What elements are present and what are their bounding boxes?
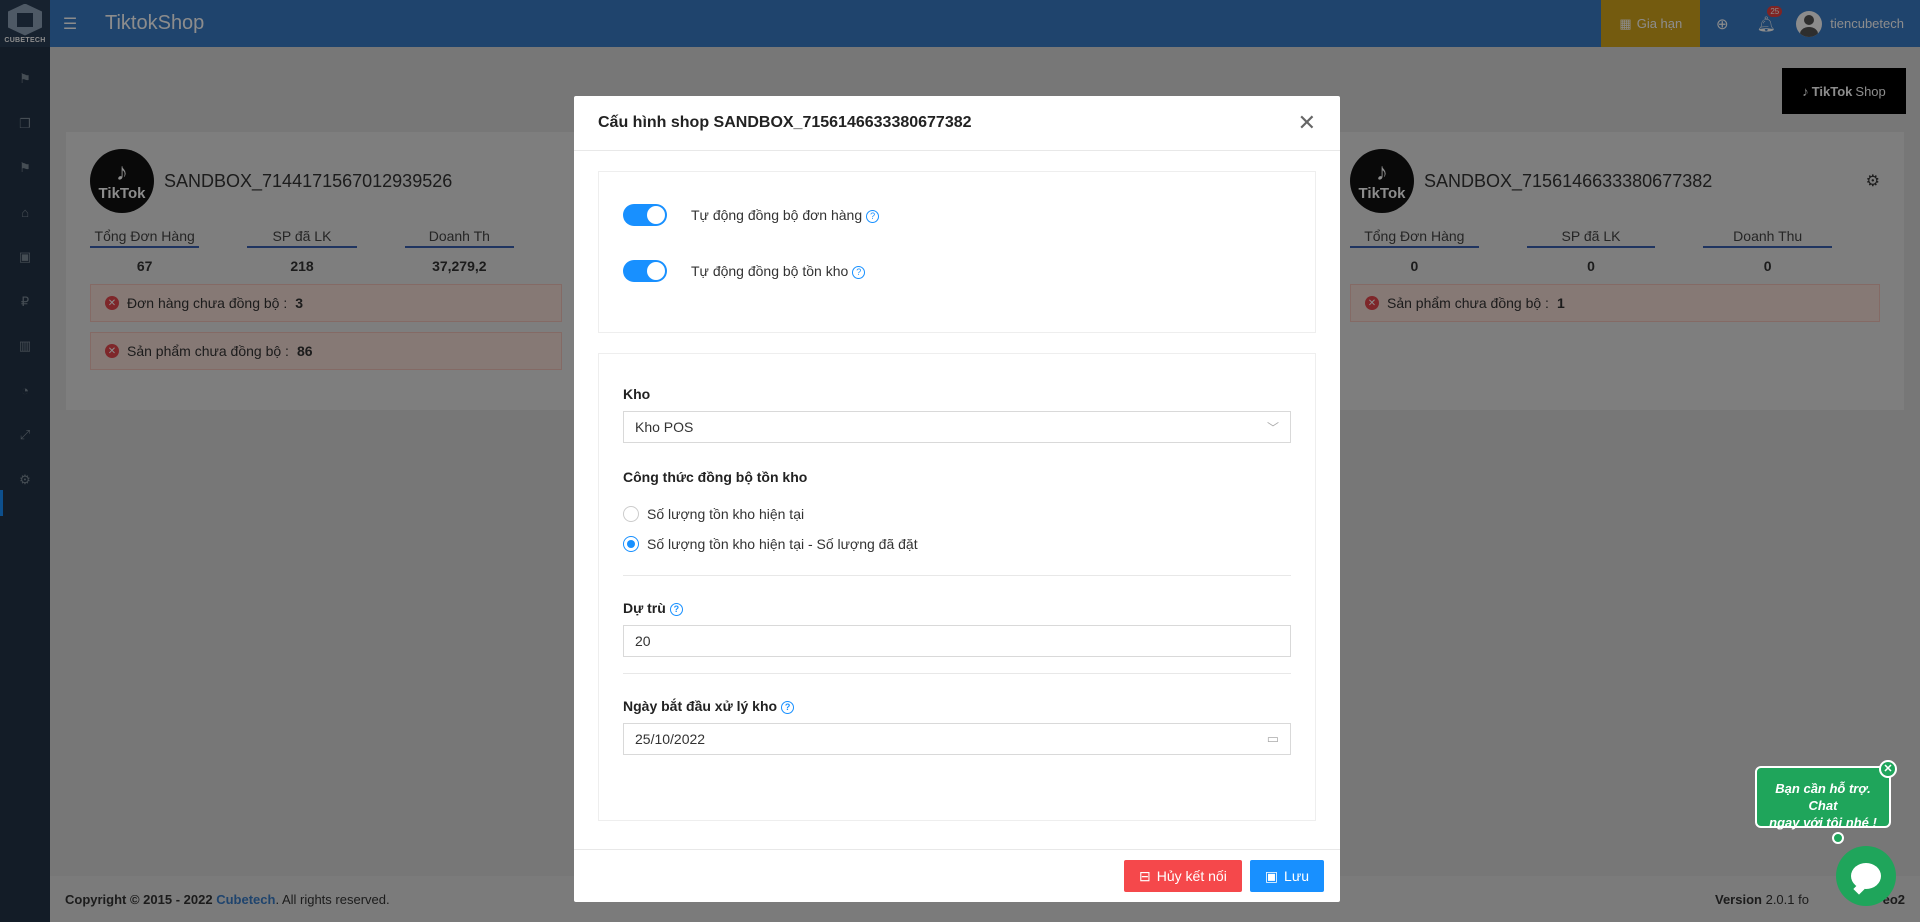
- warehouse-value: Kho POS: [635, 419, 694, 435]
- chat-prompt-bubble[interactable]: Bạn cần hỗ trợ. Chat ngay với tôi nhé ! …: [1755, 760, 1897, 830]
- formula-option-current-minus-ordered[interactable]: Số lượng tồn kho hiện tại - Số lượng đã …: [623, 529, 1291, 559]
- auto-sync-orders-label: Tự động đồng bộ đơn hàng?: [691, 207, 880, 223]
- save-button[interactable]: ▣ Lưu: [1249, 860, 1324, 892]
- divider: [623, 575, 1291, 576]
- start-date-label: Ngày bắt đầu xử lý kho?: [623, 698, 1291, 714]
- chat-prompt-line1: Bạn cần hỗ trợ. Chat: [1775, 781, 1871, 813]
- close-icon[interactable]: ✕: [1879, 760, 1897, 778]
- chat-connector-dot: [1832, 832, 1844, 844]
- chat-button[interactable]: [1836, 846, 1896, 906]
- help-icon[interactable]: ?: [669, 602, 683, 616]
- warehouse-select[interactable]: Kho POS ﹀: [623, 411, 1291, 443]
- start-date-picker[interactable]: 25/10/2022 ▭: [623, 723, 1291, 755]
- chat-prompt-line2: ngay với tôi nhé !: [1769, 815, 1877, 830]
- sync-settings-section: Tự động đồng bộ đơn hàng? Tự động đồng b…: [598, 171, 1316, 333]
- close-icon[interactable]: ✕: [1298, 110, 1316, 136]
- help-icon[interactable]: ?: [781, 700, 795, 714]
- radio-button[interactable]: [623, 506, 639, 522]
- calendar-icon: ▭: [1266, 731, 1279, 746]
- save-icon: ▣: [1264, 867, 1279, 884]
- modal-title: Cấu hình shop SANDBOX_715614663338067738…: [598, 114, 972, 131]
- auto-sync-stock-label: Tự động đồng bộ tồn kho?: [691, 263, 866, 279]
- disconnect-button[interactable]: ⊟ Hủy kết nối: [1124, 860, 1242, 892]
- minus-square-icon: ⊟: [1139, 867, 1151, 884]
- formula-label: Công thức đồng bộ tồn kho: [623, 469, 808, 485]
- stock-config-section: Kho Kho POS ﹀ Công thức đồng bộ tồn kho …: [598, 353, 1316, 821]
- help-icon[interactable]: ?: [866, 209, 880, 223]
- reserve-input[interactable]: 20: [623, 625, 1291, 657]
- warehouse-label: Kho: [623, 386, 651, 402]
- radio-button[interactable]: [623, 536, 639, 552]
- help-icon[interactable]: ?: [852, 265, 866, 279]
- divider: [623, 673, 1291, 674]
- auto-sync-stock-toggle[interactable]: [623, 260, 667, 282]
- formula-option-current[interactable]: Số lượng tồn kho hiện tại: [623, 499, 1291, 529]
- reserve-label: Dự trù?: [623, 600, 1291, 616]
- chevron-down-icon: ﹀: [1266, 420, 1279, 435]
- shop-config-modal: Cấu hình shop SANDBOX_715614663338067738…: [574, 96, 1340, 902]
- chat-bubble-icon: [1851, 863, 1881, 889]
- auto-sync-orders-toggle[interactable]: [623, 204, 667, 226]
